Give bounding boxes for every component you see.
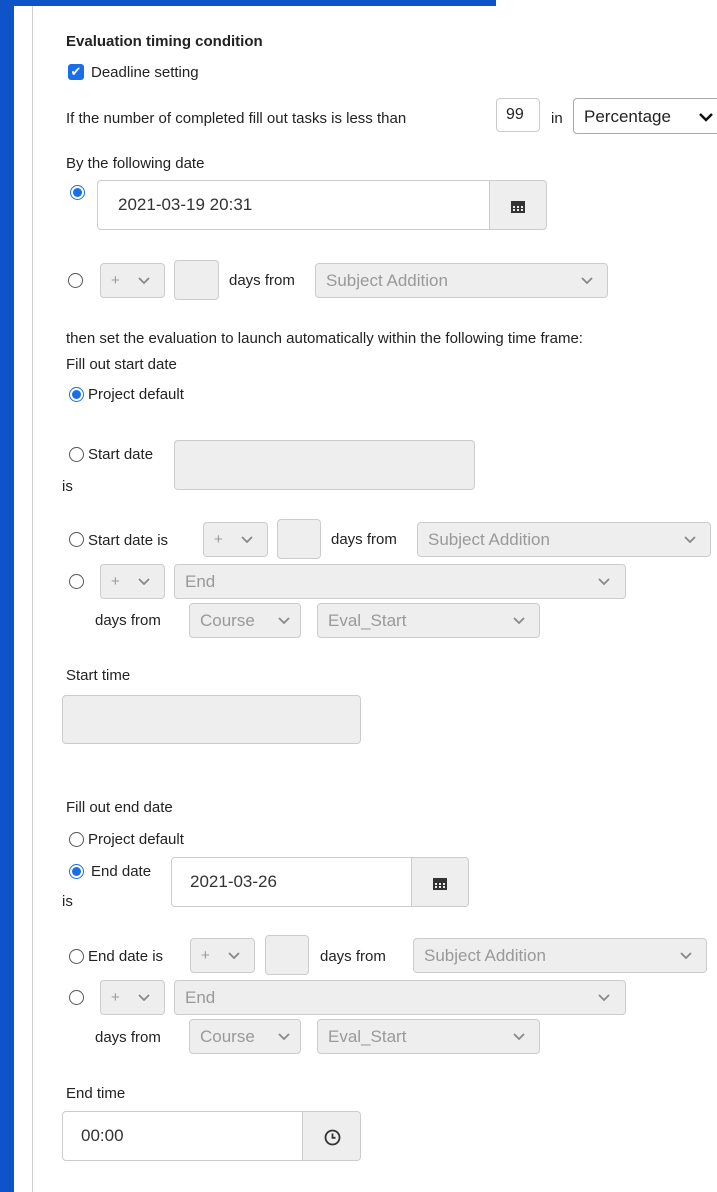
unit-select[interactable]: Percentage bbox=[573, 98, 717, 134]
end-end-based-radio[interactable] bbox=[69, 990, 84, 1005]
end-eval-select[interactable]: Eval_Start bbox=[317, 1019, 540, 1054]
start-time-input[interactable] bbox=[62, 695, 361, 744]
end-date-label: End date bbox=[91, 863, 152, 880]
chevron-down-icon bbox=[581, 277, 593, 285]
chevron-down-icon bbox=[598, 994, 610, 1002]
threshold-input[interactable]: 99 bbox=[496, 98, 540, 132]
chevron-down-icon bbox=[278, 617, 290, 625]
end-course-select[interactable]: Course bbox=[189, 1019, 301, 1054]
anchor-select[interactable]: Subject Addition bbox=[315, 263, 608, 298]
start-end-days-from-label: days from bbox=[95, 612, 161, 629]
end-time-input[interactable]: 00:00 bbox=[62, 1111, 303, 1161]
start-time-label: Start time bbox=[66, 667, 131, 684]
end-relative-radio[interactable] bbox=[69, 949, 84, 964]
top-accent-bar bbox=[14, 0, 496, 6]
chevron-down-icon bbox=[513, 1033, 525, 1041]
check-icon: ✔ bbox=[70, 64, 82, 79]
end-time-label: End time bbox=[66, 1085, 126, 1102]
end-project-default-label: Project default bbox=[88, 831, 184, 848]
end-project-default-radio[interactable] bbox=[69, 832, 84, 847]
chevron-down-icon bbox=[138, 277, 150, 285]
deadline-label: Deadline setting bbox=[91, 64, 199, 81]
start-date-input[interactable] bbox=[174, 440, 475, 490]
threshold-prefix: If the number of completed fill out task… bbox=[66, 110, 407, 127]
end-date-input[interactable]: 2021-03-26 bbox=[171, 857, 412, 907]
start-course-select[interactable]: Course bbox=[189, 603, 301, 638]
end-end-sign-select[interactable]: + bbox=[100, 980, 165, 1015]
chevron-down-icon bbox=[241, 536, 253, 544]
sign-select[interactable]: + bbox=[100, 263, 165, 298]
chevron-down-icon bbox=[278, 1033, 290, 1041]
end-calendar-button[interactable] bbox=[411, 857, 469, 907]
panel-divider bbox=[32, 0, 33, 1192]
then-text: then set the evaluation to launch automa… bbox=[66, 330, 583, 347]
start-anchor-select[interactable]: Subject Addition bbox=[417, 522, 711, 557]
clock-button[interactable] bbox=[302, 1111, 361, 1161]
end-end-days-from-label: days from bbox=[95, 1029, 161, 1046]
calendar-icon bbox=[433, 878, 447, 890]
chevron-down-icon bbox=[598, 578, 610, 586]
chevron-down-icon bbox=[684, 536, 696, 544]
end-relative-label: End date is bbox=[88, 948, 164, 965]
chevron-down-icon bbox=[138, 578, 150, 586]
days-from-label: days from bbox=[229, 272, 295, 289]
section-title: Evaluation timing condition bbox=[66, 33, 263, 50]
threshold-in-label: in bbox=[551, 110, 563, 127]
by-date-radio[interactable] bbox=[70, 185, 85, 200]
chevron-down-icon bbox=[680, 952, 692, 960]
chevron-down-icon bbox=[513, 617, 525, 625]
relative-date-radio[interactable] bbox=[68, 273, 83, 288]
end-days-from-label: days from bbox=[320, 948, 386, 965]
clock-icon bbox=[324, 1129, 341, 1146]
deadline-date-input[interactable]: 2021-03-19 20:31 bbox=[97, 180, 490, 230]
end-heading: Fill out end date bbox=[66, 799, 173, 816]
start-days-from-label: days from bbox=[331, 531, 397, 548]
end-sign-select[interactable]: + bbox=[190, 938, 255, 973]
start-date-is-word: is bbox=[62, 478, 73, 495]
start-project-default-radio[interactable] bbox=[69, 387, 84, 402]
left-frame-stripe bbox=[0, 0, 14, 1192]
days-input[interactable] bbox=[174, 260, 219, 300]
start-sign-select[interactable]: + bbox=[203, 522, 268, 557]
end-end-select[interactable]: End bbox=[174, 980, 626, 1015]
calendar-icon bbox=[511, 201, 525, 213]
start-days-input[interactable] bbox=[277, 519, 321, 559]
start-relative-label: Start date is bbox=[88, 532, 169, 549]
start-end-based-radio[interactable] bbox=[69, 574, 84, 589]
start-eval-select[interactable]: Eval_Start bbox=[317, 603, 540, 638]
start-end-sign-select[interactable]: + bbox=[100, 564, 165, 599]
start-relative-radio[interactable] bbox=[69, 532, 84, 547]
calendar-button[interactable] bbox=[489, 180, 547, 230]
start-project-default-label: Project default bbox=[88, 386, 184, 403]
deadline-checkbox[interactable]: ✔ bbox=[68, 64, 84, 80]
by-date-label: By the following date bbox=[66, 155, 205, 172]
chevron-down-icon bbox=[138, 994, 150, 1002]
end-date-is-word: is bbox=[62, 893, 73, 910]
end-anchor-select[interactable]: Subject Addition bbox=[413, 938, 707, 973]
start-heading: Fill out start date bbox=[66, 356, 177, 373]
chevron-down-icon bbox=[228, 952, 240, 960]
chevron-down-icon bbox=[699, 113, 713, 122]
start-date-radio[interactable] bbox=[69, 447, 84, 462]
end-days-input[interactable] bbox=[265, 935, 309, 975]
end-date-radio[interactable] bbox=[69, 864, 84, 879]
start-date-label: Start date bbox=[88, 446, 154, 463]
start-end-select[interactable]: End bbox=[174, 564, 626, 599]
